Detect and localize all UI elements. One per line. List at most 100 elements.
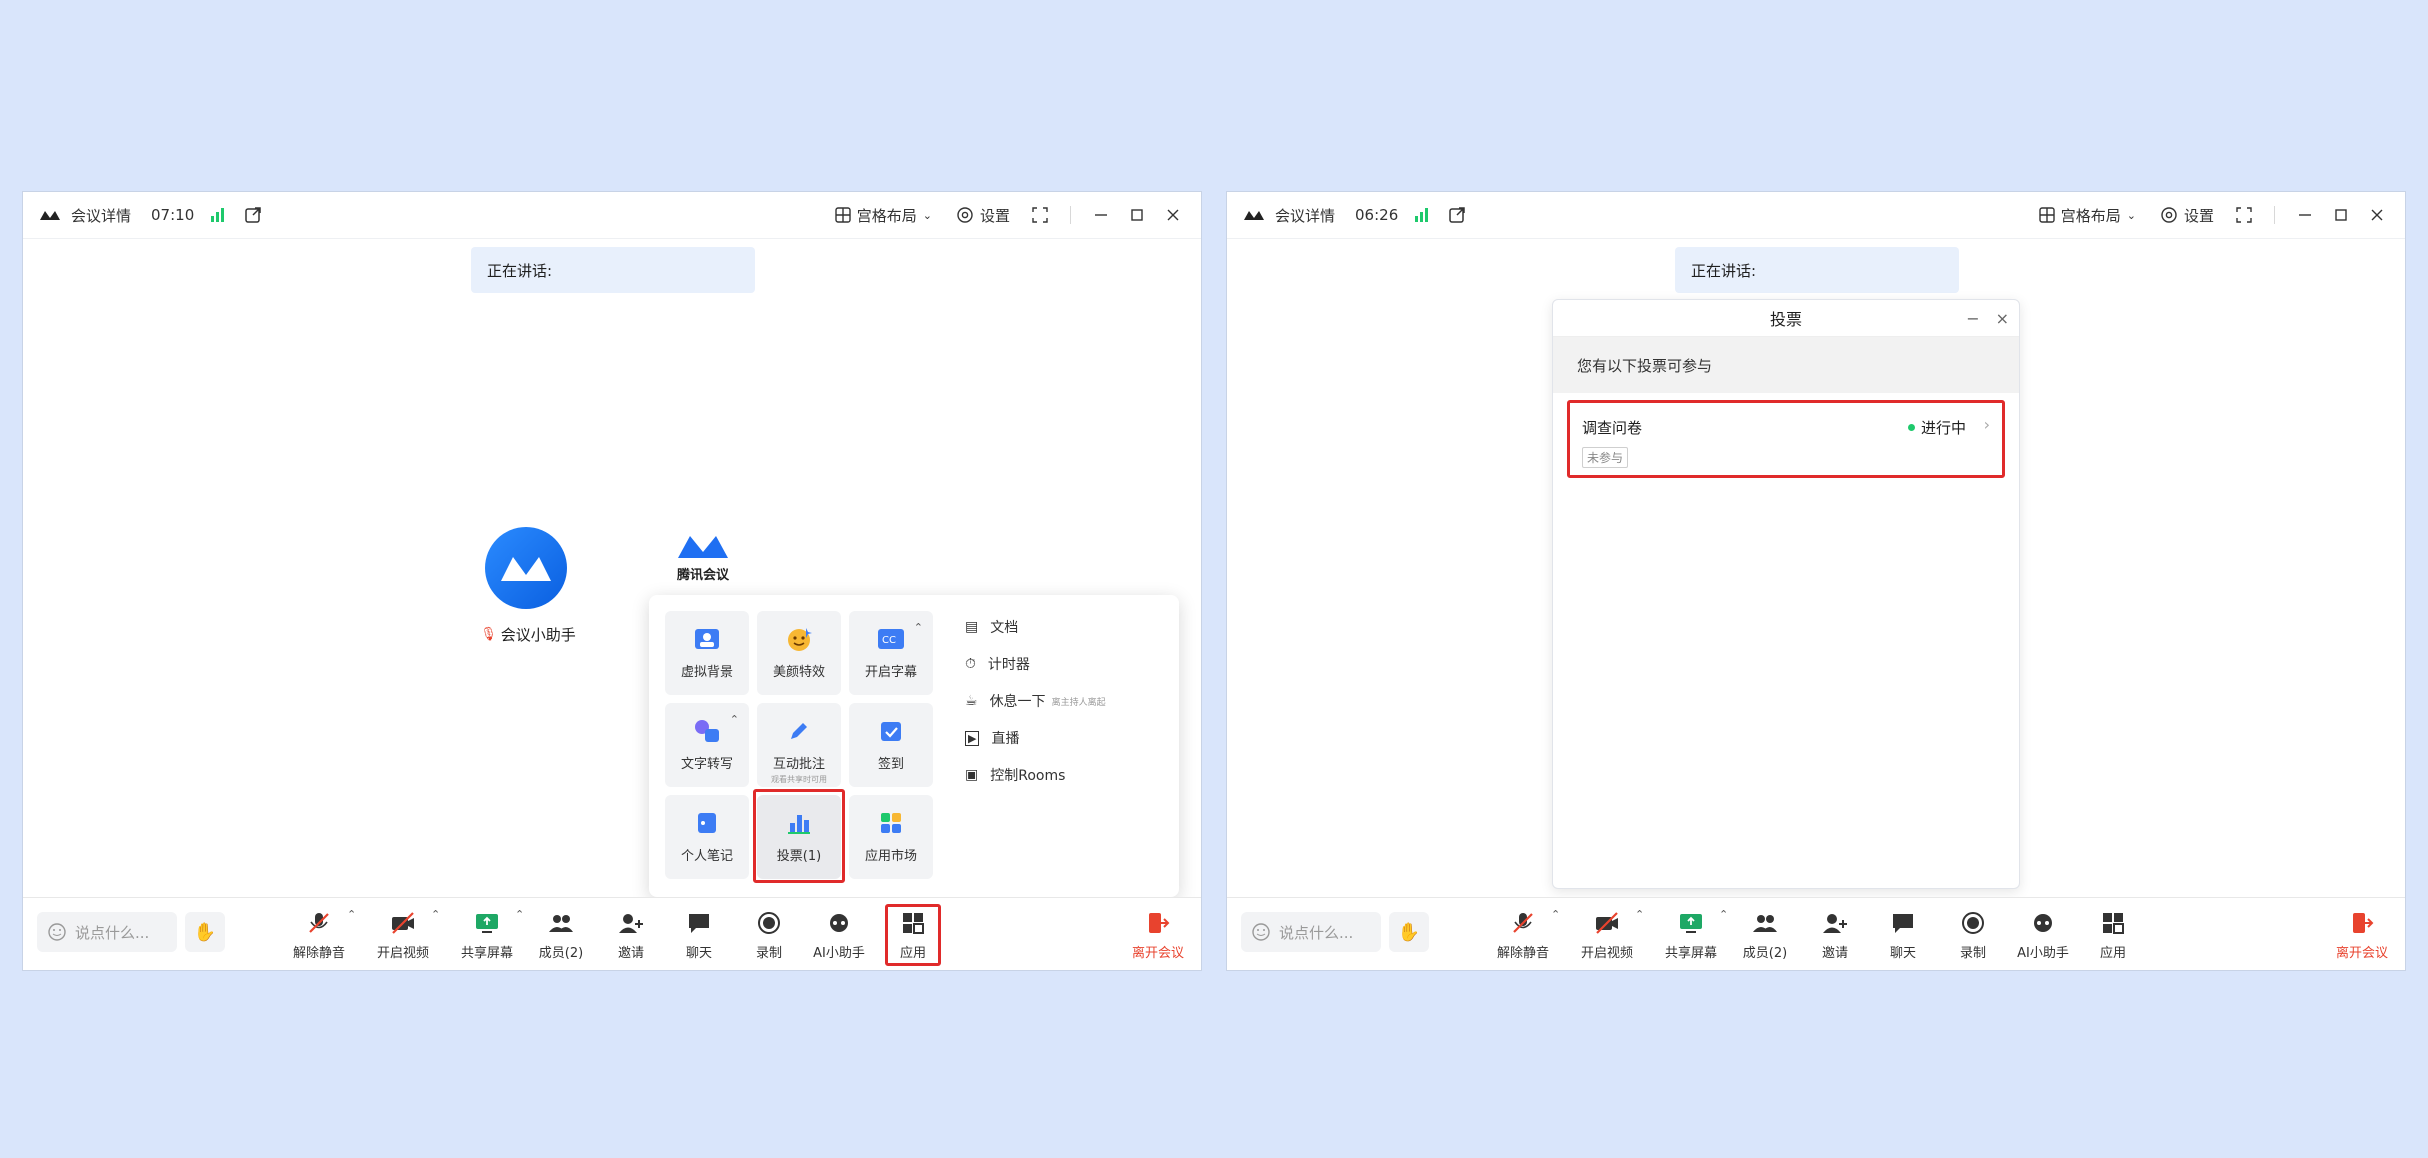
chat-button[interactable]: 聊天 [667, 906, 731, 964]
say-placeholder: 说点什么... [1279, 923, 1354, 942]
app-label: 文字转写 [680, 757, 733, 772]
divider [1070, 206, 1071, 224]
settings-button[interactable]: 设置 [948, 205, 1018, 226]
fullscreen-button[interactable] [2230, 201, 2258, 229]
share-screen-button[interactable]: 共享屏幕 [1659, 906, 1723, 964]
fullscreen-icon [1032, 207, 1048, 223]
tool-label: 聊天 [1889, 946, 1916, 961]
popout-icon[interactable] [244, 206, 262, 224]
apps-button[interactable]: 应用 [2081, 906, 2145, 964]
close-button[interactable] [1159, 201, 1187, 229]
tencent-meeting-tile: 腾讯会议 [663, 532, 743, 592]
chevron-up-icon[interactable]: ⌃ [431, 908, 440, 921]
status-dot-icon [1907, 424, 1915, 431]
unmute-button[interactable]: 解除静音 [1491, 906, 1555, 964]
maximize-button[interactable] [2327, 201, 2355, 229]
start-video-button[interactable]: 开启视频 [371, 906, 435, 964]
beauty-face-icon [785, 625, 813, 653]
minimize-icon[interactable]: − [1966, 309, 1979, 328]
share-screen-button[interactable]: 共享屏幕 [455, 906, 519, 964]
meeting-details-link[interactable]: 会议详情 [1275, 205, 1335, 226]
invite-button[interactable]: 邀请 [1803, 906, 1867, 964]
start-video-button[interactable]: 开启视频 [1575, 906, 1639, 964]
maximize-button[interactable] [1123, 201, 1151, 229]
app-docs[interactable]: ▤ 文档 [965, 615, 1018, 639]
chevron-up-icon[interactable]: ⌃ [515, 908, 524, 921]
popout-icon[interactable] [1448, 206, 1466, 224]
ai-assistant-button[interactable]: AI小助手 [2011, 906, 2075, 964]
coffee-icon: ☕ [965, 693, 978, 709]
tool-label: 邀请 [617, 946, 644, 961]
app-checkin[interactable]: 签到 [849, 703, 933, 787]
raise-hand-button[interactable]: ✋ [185, 912, 225, 952]
timer-icon: ⏱ [965, 656, 976, 672]
record-button[interactable]: 录制 [1941, 906, 2005, 964]
layout-button[interactable]: 宫格布局 ⌄ [2031, 205, 2144, 226]
ai-assistant-button[interactable]: AI小助手 [807, 906, 871, 964]
chevron-up-icon[interactable]: ⌃ [1719, 908, 1728, 921]
chat-quick-input[interactable]: 说点什么... [37, 912, 177, 952]
app-rooms[interactable]: ▣ 控制Rooms [965, 763, 1065, 787]
settings-button[interactable]: 设置 [2152, 205, 2222, 226]
grid-layout-icon [835, 207, 851, 223]
vote-panel-header: 投票 − × [1553, 300, 2019, 337]
app-side-label: 文档 [990, 620, 1019, 636]
tool-label: 解除静音 [292, 946, 345, 961]
app-side-label: 计时器 [987, 657, 1030, 673]
app-beauty-effects[interactable]: 美颜特效 [757, 611, 841, 695]
app-side-label: 休息一下 [989, 694, 1046, 710]
chevron-up-icon[interactable]: ⌃ [347, 908, 356, 921]
members-button[interactable]: 成员(2) [1733, 906, 1797, 964]
share-screen-icon [474, 910, 500, 936]
app-virtual-background[interactable]: 虚拟背景 [665, 611, 749, 695]
layout-button[interactable]: 宫格布局 ⌄ [827, 205, 940, 226]
vote-panel: 投票 − × 您有以下投票可参与 调查问卷 进行中 › 未参与 [1552, 299, 2020, 889]
app-side-label: 直播 [991, 731, 1020, 747]
chevron-up-icon[interactable]: ⌃ [1551, 908, 1560, 921]
leave-meeting-button[interactable]: 离开会议 [1119, 906, 1197, 964]
hand-icon: ✋ [1397, 921, 1421, 943]
chevron-up-icon[interactable]: ⌃ [730, 713, 739, 726]
chevron-down-icon: ⌄ [922, 208, 932, 222]
app-live[interactable]: ▶ 直播 [965, 726, 1019, 750]
tool-label: 开启视频 [1580, 946, 1633, 961]
vote-item[interactable]: 调查问卷 进行中 › 未参与 [1567, 400, 2005, 478]
chat-button[interactable]: 聊天 [1871, 906, 1935, 964]
chevron-up-icon[interactable]: ⌃ [914, 621, 923, 634]
members-button[interactable]: 成员(2) [529, 906, 593, 964]
record-button[interactable]: 录制 [737, 906, 801, 964]
layout-label: 宫格布局 [2060, 206, 2121, 225]
tool-label: 录制 [1959, 946, 1986, 961]
layout-label: 宫格布局 [856, 206, 917, 225]
chevron-up-icon[interactable]: ⌃ [1635, 908, 1644, 921]
minimize-button[interactable] [2291, 201, 2319, 229]
app-market[interactable]: 应用市场 [849, 795, 933, 879]
chat-quick-input[interactable]: 说点什么... [1241, 912, 1381, 952]
meeting-details-link[interactable]: 会议详情 [71, 205, 131, 226]
captions-icon: CC [877, 625, 905, 653]
highlight-box [753, 789, 845, 883]
raise-hand-button[interactable]: ✋ [1389, 912, 1429, 952]
mic-off-icon [1510, 910, 1536, 936]
app-break[interactable]: ☕ 休息一下 离主持人离起 [965, 689, 1106, 713]
transcription-icon [693, 717, 721, 745]
hand-icon: ✋ [193, 921, 217, 943]
close-button[interactable] [2363, 201, 2391, 229]
app-transcription[interactable]: 文字转写 ⌃ [665, 703, 749, 787]
avatar[interactable] [485, 527, 567, 609]
app-notes[interactable]: 个人笔记 [665, 795, 749, 879]
document-icon: ▤ [965, 619, 979, 635]
close-icon[interactable]: × [1996, 309, 2009, 328]
tool-label: AI小助手 [2017, 946, 2069, 961]
app-annotate[interactable]: 互动批注 观看共享时可用 [757, 703, 841, 787]
signal-icon [211, 208, 225, 222]
minimize-button[interactable] [1087, 201, 1115, 229]
minimize-icon [1095, 214, 1107, 216]
app-captions[interactable]: CC 开启字幕 ⌃ [849, 611, 933, 695]
app-timer[interactable]: ⏱ 计时器 [965, 652, 1030, 676]
apps-grid-icon [2100, 910, 2126, 936]
fullscreen-button[interactable] [1026, 201, 1054, 229]
unmute-button[interactable]: 解除静音 [287, 906, 351, 964]
leave-meeting-button[interactable]: 离开会议 [2323, 906, 2401, 964]
invite-button[interactable]: 邀请 [599, 906, 663, 964]
